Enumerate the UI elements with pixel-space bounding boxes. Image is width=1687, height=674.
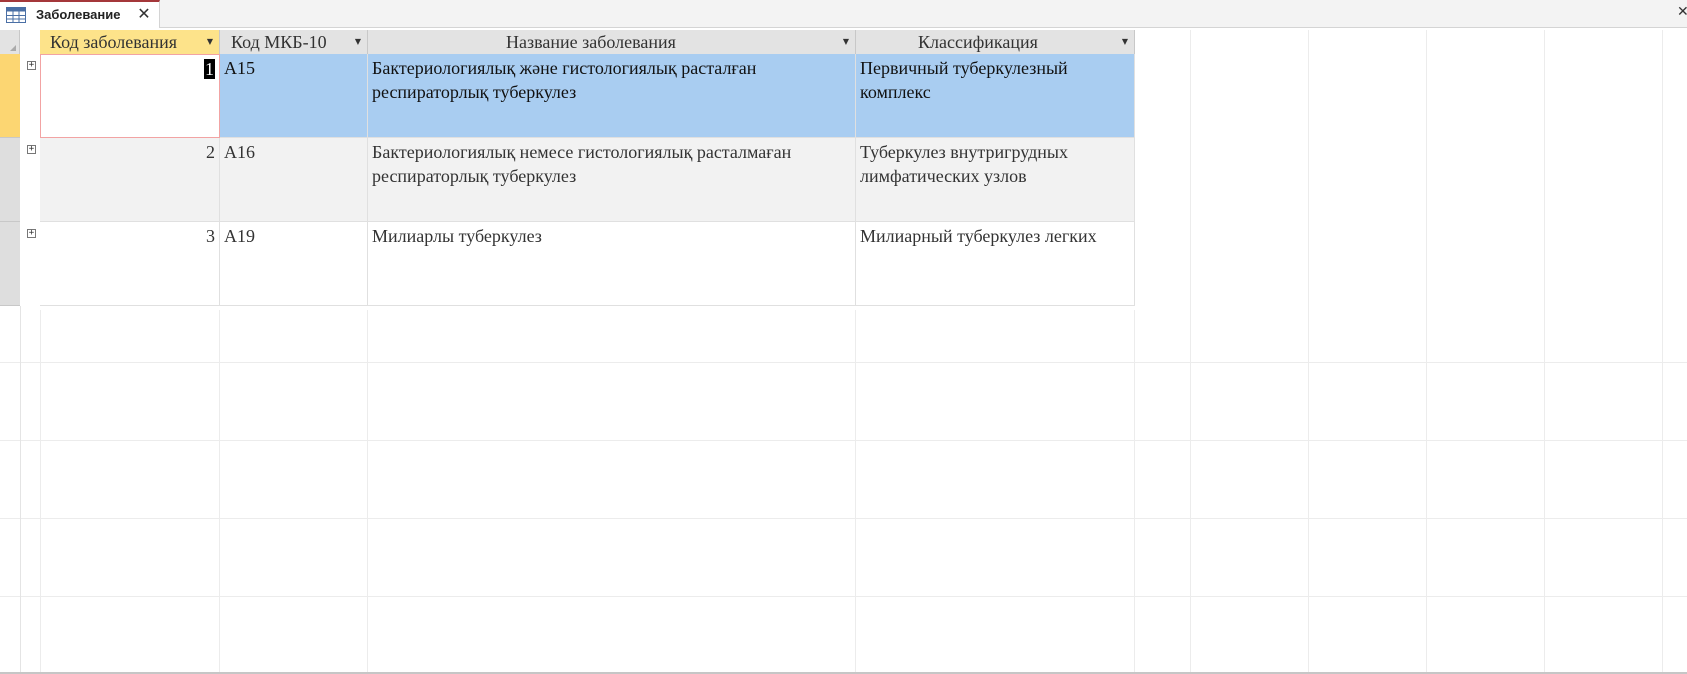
select-all-button[interactable]	[0, 30, 20, 54]
document-tab-bar: Заболевание ✕ ✕	[0, 0, 1687, 28]
dropdown-arrow-icon[interactable]: ▼	[207, 30, 213, 54]
tab-zabolevanie[interactable]: Заболевание ✕	[0, 0, 160, 28]
record-selector[interactable]	[0, 138, 20, 222]
column-header-kod-mkb10[interactable]: Код МКБ-10 ▼	[220, 30, 368, 54]
close-icon[interactable]: ✕	[134, 4, 154, 24]
cell-kod-zabolevaniya[interactable]: 1	[40, 54, 220, 138]
cell-value: A16	[224, 142, 255, 162]
dropdown-arrow-icon[interactable]: ▼	[843, 30, 849, 54]
dropdown-arrow-icon[interactable]: ▼	[1122, 30, 1128, 54]
column-header-kod-zabolevaniya[interactable]: Код заболевания ▼	[40, 30, 220, 54]
cell-klassifikaciya[interactable]: Туберкулез внутригрудных лимфатических у…	[856, 138, 1135, 222]
cell-kod-mkb10[interactable]: A16	[220, 138, 368, 222]
column-header-klassifikaciya[interactable]: Классификация ▼	[856, 30, 1135, 54]
expand-subdatasheet-icon[interactable]: +	[27, 229, 36, 238]
cell-nazvanie[interactable]: Бактериологиялық немесе гистологиялық ра…	[368, 138, 856, 222]
cell-value: 1	[204, 59, 215, 79]
record-selector[interactable]	[0, 222, 20, 306]
cell-klassifikaciya[interactable]: Первичный туберкулезный комплекс	[856, 54, 1135, 138]
cell-nazvanie[interactable]: Бактериологиялық және гистологиялық раст…	[368, 54, 856, 138]
table-icon	[6, 7, 26, 23]
cell-value: 2	[206, 142, 215, 162]
cell-kod-mkb10[interactable]: A15	[220, 54, 368, 138]
column-header-label: Код МКБ-10	[231, 32, 327, 52]
tab-title: Заболевание	[36, 7, 121, 22]
cell-value: A15	[224, 58, 255, 78]
cell-value: A19	[224, 226, 255, 246]
column-header-label: Код заболевания	[50, 32, 178, 52]
column-header-nazvanie[interactable]: Название заболевания ▼	[368, 30, 856, 54]
expand-subdatasheet-icon[interactable]: +	[27, 145, 36, 154]
column-header-label: Классификация	[918, 32, 1038, 52]
cell-kod-zabolevaniya[interactable]: 2	[40, 138, 220, 222]
dropdown-arrow-icon[interactable]: ▼	[355, 30, 361, 54]
record-selector[interactable]	[0, 54, 20, 138]
window-close-icon[interactable]: ✕	[1677, 4, 1687, 20]
cell-value: Бактериологиялық немесе гистологиялық ра…	[372, 142, 792, 186]
cell-value: Первичный туберкулезный комплекс	[860, 58, 1068, 102]
cell-value: Бактериологиялық және гистологиялық раст…	[372, 58, 757, 102]
cell-klassifikaciya[interactable]: Милиарный туберкулез легких	[856, 222, 1135, 306]
cell-value: Милиарлы туберкулез	[372, 226, 542, 246]
expand-subdatasheet-icon[interactable]: +	[27, 61, 36, 70]
cell-value: 3	[206, 226, 215, 246]
cell-kod-zabolevaniya[interactable]: 3	[40, 222, 220, 306]
cell-value: Милиарный туберкулез легких	[860, 226, 1097, 246]
cell-value: Туберкулез внутригрудных лимфатических у…	[860, 142, 1069, 186]
cell-kod-mkb10[interactable]: A19	[220, 222, 368, 306]
column-header-label: Название заболевания	[506, 32, 676, 52]
cell-nazvanie[interactable]: Милиарлы туберкулез	[368, 222, 856, 306]
